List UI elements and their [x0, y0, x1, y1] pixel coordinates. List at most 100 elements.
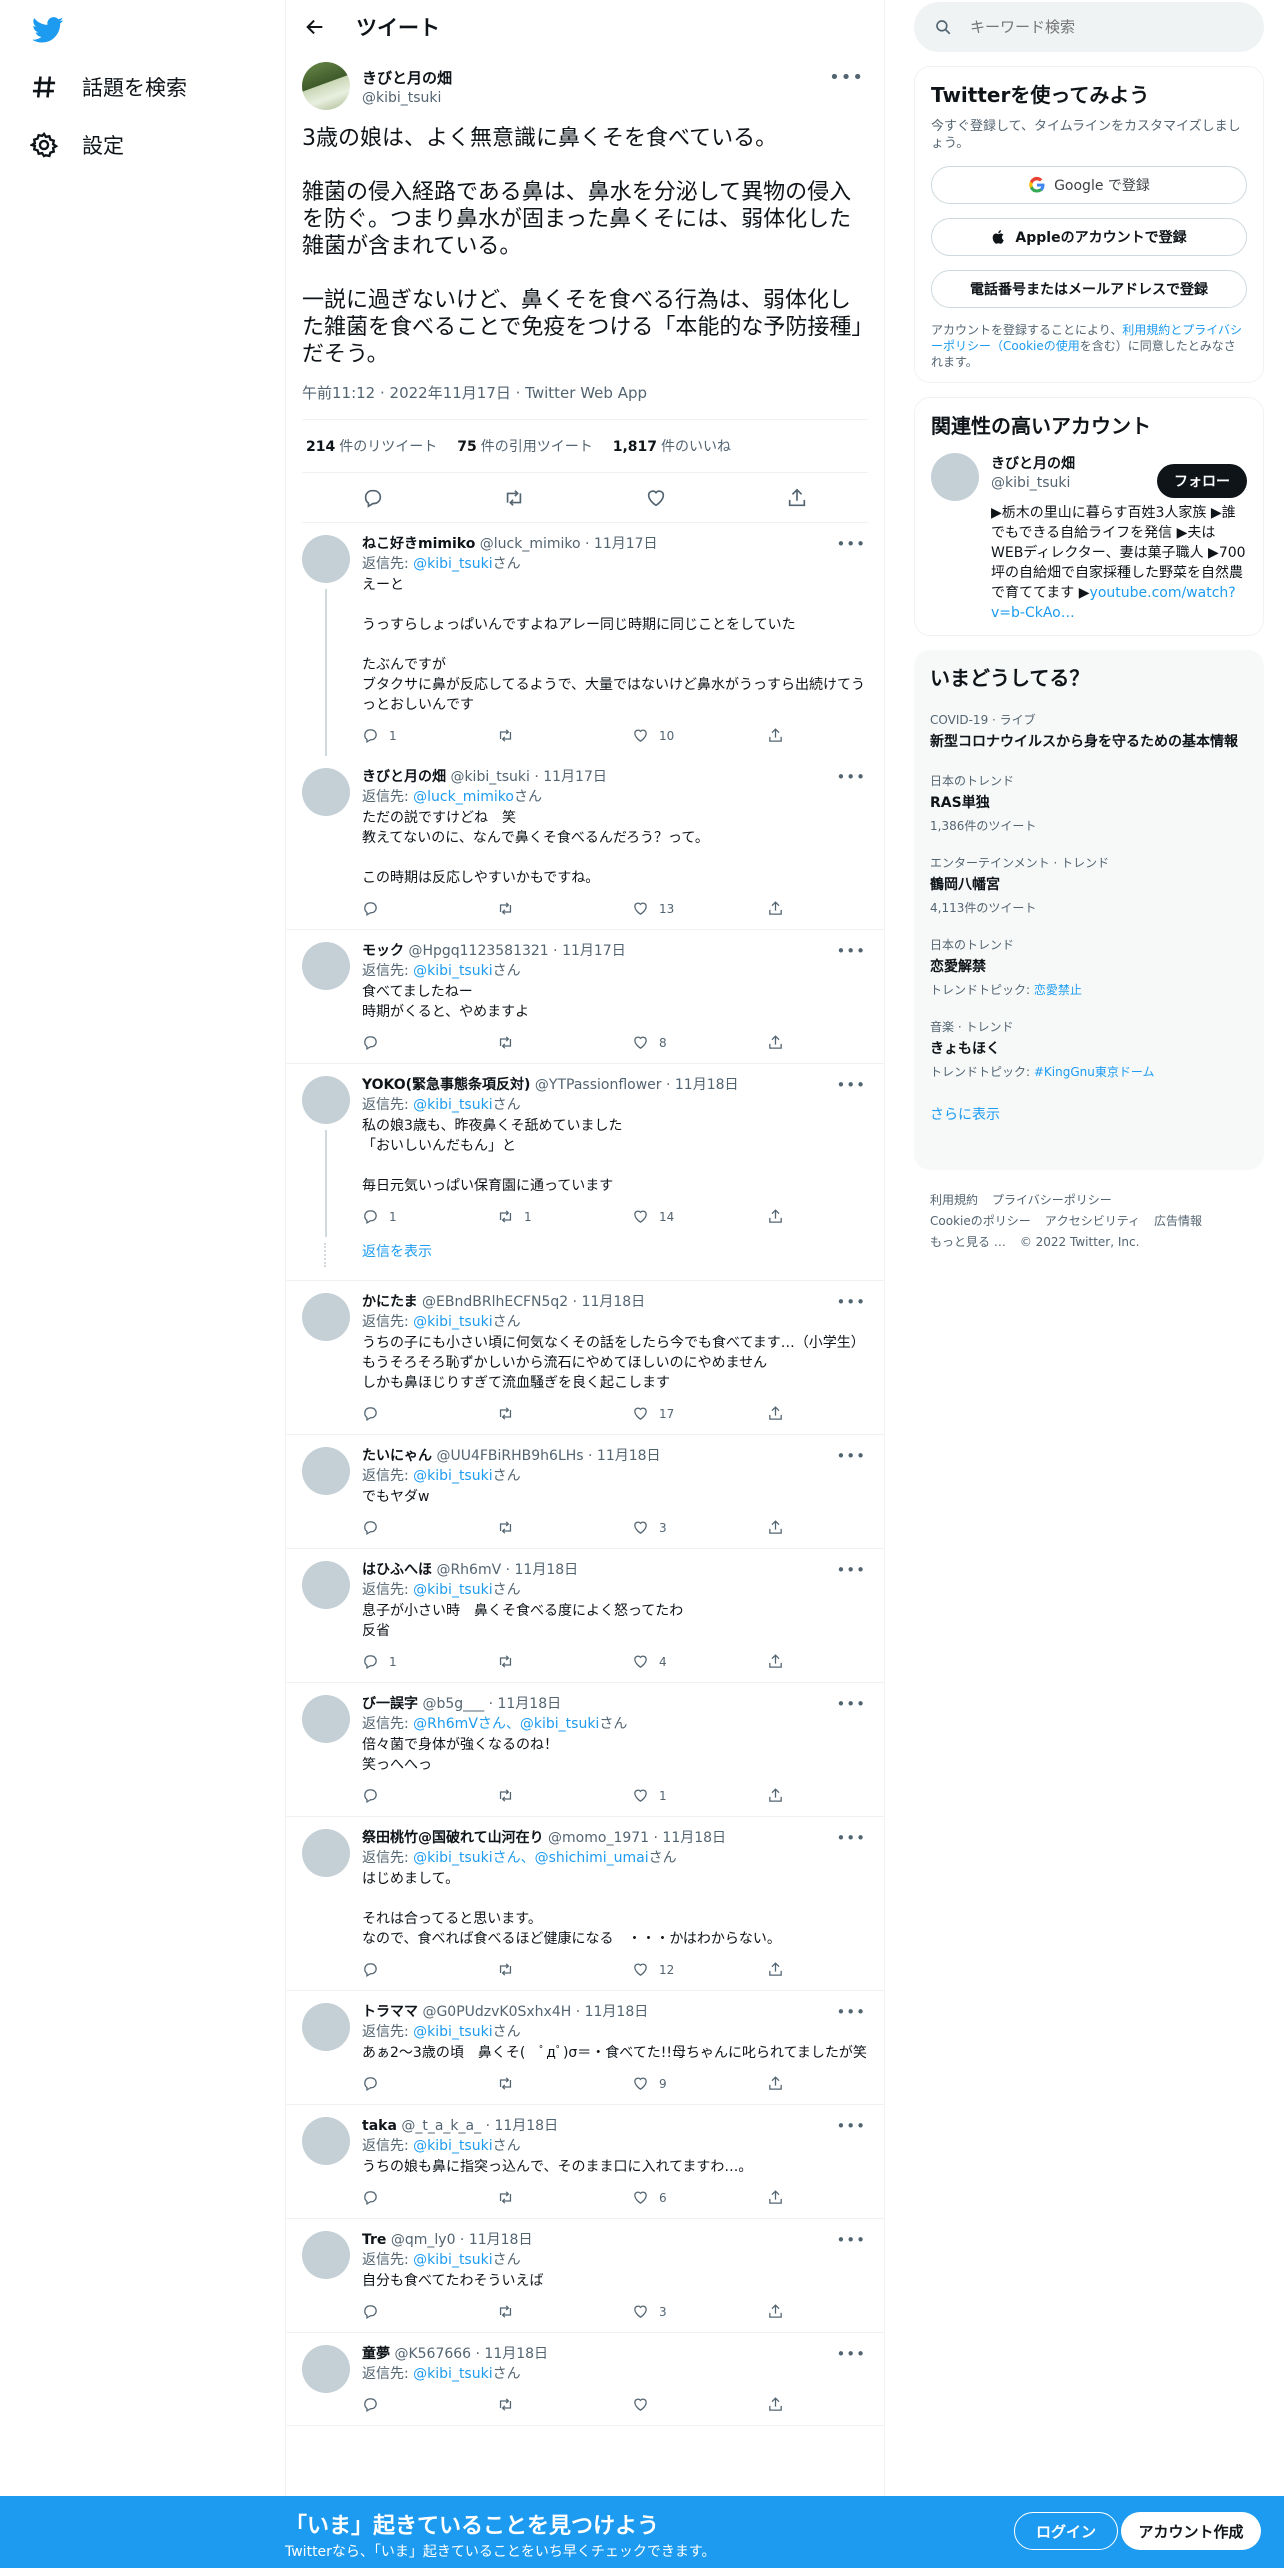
reply-to-link[interactable]: @kibi_tsuki [413, 963, 492, 979]
like-button[interactable]: 6 [632, 2189, 767, 2206]
reply-to-link[interactable]: @kibi_tsuki [413, 2024, 492, 2040]
like-button[interactable]: 3 [632, 1519, 767, 1536]
reply-author-handle[interactable]: @kibi_tsuki · 11月17日 [450, 769, 606, 785]
tweet-meta[interactable]: 午前11:12 · 2022年11月17日 · Twitter Web App [302, 382, 868, 420]
like-button[interactable]: 14 [632, 1208, 767, 1225]
more-options-icon[interactable]: ••• [836, 535, 866, 553]
author-name[interactable]: きびと月の畑 [362, 67, 452, 88]
avatar[interactable] [302, 2117, 350, 2165]
reply-author-handle[interactable]: @momo_1971 · 11月18日 [548, 1830, 726, 1846]
avatar[interactable] [302, 1829, 350, 1877]
reply-button[interactable] [362, 2075, 497, 2092]
reply-author-name[interactable]: トラママ [362, 2004, 418, 2020]
more-options-icon[interactable]: ••• [836, 768, 866, 786]
share-button[interactable] [767, 1653, 784, 1670]
like-button[interactable]: 9 [632, 2075, 767, 2092]
like-button[interactable]: 17 [632, 1405, 767, 1422]
retweet-button[interactable] [497, 900, 632, 917]
reply-tweet[interactable]: taka @_t_a_k_a_ · 11月18日 返信先: @kibi_tsuki… [286, 2105, 884, 2219]
reply-tweet[interactable]: トラママ @G0PUdzvK0Sxhx4H · 11月18日 返信先: @kibi… [286, 1991, 884, 2105]
reply-to-link[interactable]: @kibi_tsuki [413, 556, 492, 572]
share-button[interactable] [767, 1208, 784, 1225]
share-button[interactable] [767, 2396, 784, 2413]
reply-author-name[interactable]: たいにゃん [362, 1448, 432, 1464]
reply-tweet[interactable]: かにたま @EBndBRlhECFN5q2 · 11月18日 返信先: @kibi… [286, 1281, 884, 1435]
share-button[interactable] [767, 1961, 784, 1978]
reply-to-link[interactable]: @kibi_tsukiさん、@shichimi_umai [413, 1850, 648, 1866]
retweet-button[interactable] [497, 1961, 632, 1978]
avatar[interactable] [302, 1561, 350, 1609]
more-options-icon[interactable]: ••• [836, 1076, 866, 1094]
more-options-icon[interactable]: ••• [836, 1695, 866, 1713]
share-button[interactable] [767, 2189, 784, 2206]
share-button[interactable] [767, 1519, 784, 1536]
reply-author-handle[interactable]: @YTPassionflower · 11月18日 [535, 1077, 739, 1093]
reply-author-name[interactable]: きびと月の畑 [362, 769, 446, 785]
avatar[interactable] [302, 942, 350, 990]
avatar[interactable] [302, 1293, 350, 1341]
reply-author-name[interactable]: 祭田桃竹@国破れて山河在り [362, 1830, 544, 1846]
reply-to-link[interactable]: @kibi_tsuki [413, 1582, 492, 1598]
footer-terms[interactable]: 利用規約 [930, 1193, 978, 1207]
trend-item[interactable]: エンターテインメント · トレンド 鶴岡八幡宮 4,113件のツイート [930, 854, 1248, 916]
signup-button[interactable]: アカウント作成 [1121, 2512, 1261, 2550]
like-button[interactable]: 13 [632, 900, 767, 917]
retweet-button[interactable] [497, 1034, 632, 1051]
avatar[interactable] [302, 535, 350, 583]
like-button[interactable] [632, 2396, 767, 2413]
more-options-icon[interactable]: ••• [836, 2117, 866, 2135]
reply-tweet[interactable]: きびと月の畑 @kibi_tsuki · 11月17日 返信先: @luck_mi… [286, 756, 884, 930]
more-options-icon[interactable]: ••• [836, 1293, 866, 1311]
share-button[interactable] [767, 2303, 784, 2320]
avatar[interactable] [302, 1076, 350, 1124]
reply-author-handle[interactable]: @EBndBRlhECFN5q2 · 11月18日 [422, 1294, 645, 1310]
footer-ads[interactable]: 広告情報 [1154, 1214, 1202, 1228]
reply-button[interactable] [362, 1961, 497, 1978]
reply-tweet[interactable]: たいにゃん @UU4FBiRHB9h6LHs · 11月18日 返信先: @kib… [286, 1435, 884, 1549]
reply-button[interactable] [362, 1405, 497, 1422]
reply-button[interactable] [362, 1787, 497, 1804]
reply-author-name[interactable]: かにたま [362, 1294, 418, 1310]
reply-to-link[interactable]: @Rh6mVさん、@kibi_tsuki [413, 1716, 599, 1732]
avatar[interactable] [302, 2345, 350, 2393]
reply-author-name[interactable]: YOKO(緊急事態条項反対) [362, 1077, 530, 1093]
share-button[interactable] [767, 1034, 784, 1051]
reply-tweet[interactable]: Tre @qm_ly0 · 11月18日 返信先: @kibi_tsukiさん 自分… [286, 2219, 884, 2333]
reply-author-handle[interactable]: @K567666 · 11月18日 [394, 2346, 548, 2362]
retweet-button[interactable] [497, 2303, 632, 2320]
like-button[interactable]: 4 [632, 1653, 767, 1670]
likes-stat[interactable]: 1,817 件のいいね [613, 436, 731, 456]
reply-author-handle[interactable]: @_t_a_k_a_ · 11月18日 [401, 2118, 558, 2134]
quotes-stat[interactable]: 75 件の引用ツイート [457, 436, 592, 456]
retweet-button[interactable] [497, 2189, 632, 2206]
retweet-button[interactable] [497, 1787, 632, 1804]
reply-author-name[interactable]: はひふへほ [362, 1562, 432, 1578]
reply-to-link[interactable]: @kibi_tsuki [413, 2366, 492, 2382]
retweet-button[interactable] [497, 2075, 632, 2092]
more-options-icon[interactable]: ••• [836, 2345, 866, 2363]
reply-author-handle[interactable]: @luck_mimiko · 11月17日 [480, 536, 658, 552]
trend-item[interactable]: 日本のトレンド RAS単独 1,386件のツイート [930, 772, 1248, 834]
reply-to-link[interactable]: @kibi_tsuki [413, 1097, 492, 1113]
reply-to-link[interactable]: @kibi_tsuki [413, 2252, 492, 2268]
apple-signup-button[interactable]: Appleのアカウントで登録 [931, 218, 1247, 256]
reply-to-link[interactable]: @kibi_tsuki [413, 2138, 492, 2154]
footer-cookie[interactable]: Cookieのポリシー [930, 1214, 1031, 1228]
reply-tweet[interactable]: び一誤字 @b5g___ · 11月18日 返信先: @Rh6mVさん、@kibi… [286, 1683, 884, 1817]
reply-author-handle[interactable]: @Hpgq1123581321 · 11月17日 [408, 943, 625, 959]
reply-tweet[interactable]: ねこ好きmimiko @luck_mimiko · 11月17日 返信先: @ki… [286, 523, 884, 756]
reply-button[interactable] [362, 2396, 497, 2413]
reply-author-handle[interactable]: @qm_ly0 · 11月18日 [391, 2232, 533, 2248]
reply-to-link[interactable]: @kibi_tsuki [413, 1468, 492, 1484]
nav-explore[interactable]: 話題を検索 [30, 72, 187, 102]
search-input[interactable] [970, 18, 1210, 36]
trend-item[interactable]: 日本のトレンド 恋愛解禁 トレンドトピック: 恋愛禁止 [930, 936, 1248, 998]
like-button[interactable]: 1 [632, 1787, 767, 1804]
retweet-button[interactable] [497, 2396, 632, 2413]
share-button[interactable] [767, 900, 784, 917]
reply-tweet[interactable]: YOKO(緊急事態条項反対) @YTPassionflower · 11月18日… [286, 1064, 884, 1237]
retweet-icon[interactable] [503, 487, 525, 509]
reply-button[interactable]: 1 [362, 727, 497, 744]
retweet-button[interactable] [497, 1405, 632, 1422]
search-box[interactable] [914, 2, 1264, 52]
